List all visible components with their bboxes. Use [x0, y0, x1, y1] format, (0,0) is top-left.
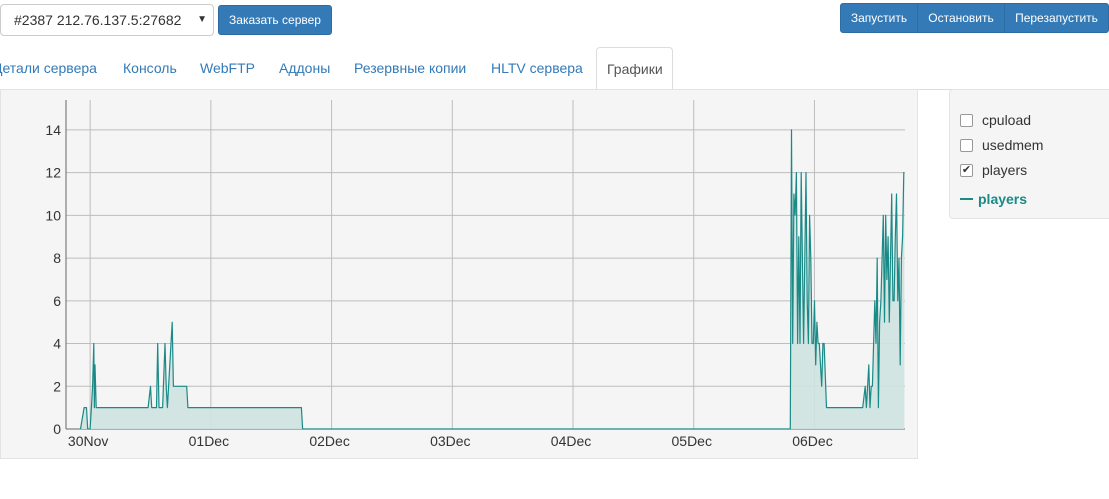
legend-panel: cpuload usedmem ✔ players players — [949, 89, 1109, 219]
y-tick-label: 14 — [45, 122, 61, 138]
chevron-down-icon: ▼ — [197, 14, 207, 25]
legend-series-players: players — [960, 191, 1027, 207]
y-tick-label: 0 — [53, 421, 61, 437]
y-tick-label: 12 — [45, 165, 61, 181]
x-tick-label: 03Dec — [430, 433, 470, 449]
tab-webftp[interactable]: WebFTP — [200, 47, 255, 89]
tab-hltv[interactable]: HLTV сервера — [491, 47, 583, 89]
x-tick-label: 04Dec — [551, 433, 591, 449]
tab-backups[interactable]: Резервные копии — [354, 47, 466, 89]
x-tick-label: 05Dec — [672, 433, 712, 449]
series-swatch — [960, 198, 973, 201]
legend-option-usedmem[interactable]: usedmem — [960, 135, 1043, 155]
tab-addons[interactable]: Аддоны — [279, 47, 330, 89]
x-tick-label: 02Dec — [309, 433, 349, 449]
tab-graphs[interactable]: Графики — [596, 47, 673, 90]
y-tick-label: 8 — [53, 250, 61, 266]
legend-option-label: players — [982, 162, 1028, 178]
series-line-players — [79, 129, 905, 430]
stop-button[interactable]: Остановить — [917, 3, 1005, 33]
order-server-button[interactable]: Заказать сервер — [218, 5, 332, 35]
checkbox[interactable] — [960, 138, 973, 152]
y-tick-label: 2 — [53, 378, 61, 394]
server-select-value: #2387 212.76.137.5:27682 — [14, 12, 182, 28]
x-tick-label: 06Dec — [792, 433, 832, 449]
x-tick-label: 01Dec — [189, 433, 229, 449]
y-tick-label: 10 — [45, 207, 61, 223]
chart-panel: 0 2 4 6 8 10 12 14 30Nov 01Dec 02Dec 03Dec 04Dec 05De… — [0, 89, 918, 459]
checkbox[interactable] — [960, 113, 973, 127]
tab-console[interactable]: Консоль — [123, 47, 177, 89]
legend-series-label: players — [978, 191, 1028, 207]
restart-button[interactable]: Перезапустить — [1004, 3, 1109, 33]
legend-option-label: usedmem — [982, 137, 1044, 153]
players-chart: 0 2 4 6 8 10 12 14 30Nov 01Dec 02Dec 03Dec 04Dec 05De… — [45, 100, 905, 449]
checkbox-checked[interactable]: ✔ — [960, 163, 973, 177]
legend-option-players[interactable]: ✔ players — [960, 160, 1027, 180]
tab-server-details[interactable]: Детали сервера — [0, 47, 97, 89]
legend-option-label: cpuload — [982, 112, 1032, 128]
series-area-players — [80, 129, 905, 429]
y-tick-label: 4 — [53, 336, 61, 352]
y-tick-label: 6 — [53, 293, 61, 309]
x-tick-label: 30Nov — [68, 433, 108, 449]
server-select[interactable]: #2387 212.76.137.5:27682 ▼ — [0, 4, 214, 36]
start-button[interactable]: Запустить — [840, 3, 918, 33]
server-tabs: Детали сервера Консоль WebFTP Аддоны Рез… — [0, 47, 1109, 90]
legend-option-cpuload[interactable]: cpuload — [960, 110, 1031, 130]
